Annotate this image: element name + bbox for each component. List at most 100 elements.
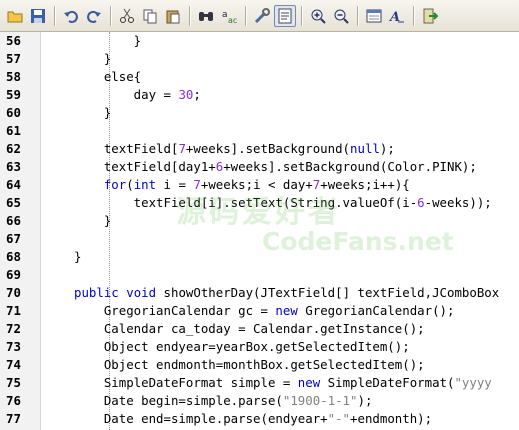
code-line[interactable]: 77 Date end=simple.parse(endyear+"-"+end… [0, 410, 519, 428]
zoom-in-icon[interactable] [307, 5, 329, 27]
code-token: Object endyear=yearBox.getSelectedItem()… [74, 339, 410, 354]
svg-text:a: a [222, 10, 228, 20]
code-token: } [74, 105, 112, 120]
code-line[interactable]: 56 } [0, 32, 519, 50]
replace-icon[interactable]: a ac [218, 5, 240, 27]
code-line[interactable]: 71 GregorianCalendar gc = new GregorianC… [0, 302, 519, 320]
line-number: 67 [6, 231, 21, 246]
code-text: SimpleDateFormat simple = new SimpleDate… [74, 374, 492, 392]
toolbar-separator [54, 5, 56, 26]
code-token: int [133, 177, 157, 192]
font-icon[interactable]: A [386, 5, 408, 27]
code-text: } [74, 32, 141, 50]
zoom-out-icon[interactable] [330, 5, 352, 27]
code-token: "1900-1-1" [282, 393, 358, 408]
paste-icon[interactable] [162, 5, 184, 27]
code-text: } [74, 50, 111, 68]
toolbar-separator [110, 5, 112, 26]
toolbar-separator [413, 5, 415, 26]
line-number: 76 [6, 393, 21, 408]
line-number: 65 [6, 195, 21, 210]
code-text: } [74, 212, 111, 230]
code-text: day = 30; [74, 86, 201, 104]
redo-icon[interactable] [83, 5, 105, 27]
code-line[interactable]: 59 day = 30; [0, 86, 519, 104]
toolbar-separator [245, 5, 247, 26]
code-line[interactable]: 76 Date begin=simple.parse("1900-1-1"); [0, 392, 519, 410]
cut-icon[interactable] [116, 5, 138, 27]
code-line[interactable]: 66 } [0, 212, 519, 230]
toolbar-separator [189, 5, 191, 26]
line-number: 73 [6, 339, 21, 354]
line-number: 66 [6, 213, 21, 228]
code-line[interactable]: 70 public void showOtherDay(JTextField[] … [0, 284, 519, 302]
code-token: GregorianCalendar gc = [74, 303, 276, 318]
open-folder-icon[interactable] [4, 5, 26, 27]
code-line[interactable]: 75 SimpleDateFormat simple = new SimpleD… [0, 374, 519, 392]
code-line[interactable]: 65 textField[i].setText(String.valueOf(i… [0, 194, 519, 212]
code-token: +weeks].setBackground(Color.PINK); [223, 159, 477, 174]
code-token: textField[ [74, 141, 179, 156]
code-token: SimpleDateFormat simple = [74, 375, 298, 390]
code-token: } [74, 249, 82, 264]
code-token: Date begin=simple.parse( [74, 393, 283, 408]
line-number: 77 [6, 411, 21, 426]
code-text: textField[day1+6+weeks].setBackground(Co… [74, 158, 477, 176]
code-text: } [74, 248, 81, 266]
code-token: 7 [178, 141, 186, 156]
code-text: public void showOtherDay(JTextField[] te… [74, 284, 499, 302]
code-line[interactable]: 68} [0, 248, 519, 266]
line-number: 69 [6, 267, 21, 282]
code-token: "yyyy [454, 375, 492, 390]
code-editor[interactable]: 56 } 57 } 58 else{59 day = 30; 60 } 61 62 tex… [0, 32, 519, 430]
code-line[interactable]: 73 Object endyear=yearBox.getSelectedIte… [0, 338, 519, 356]
code-line[interactable]: 69 [0, 266, 519, 284]
code-text: Date begin=simple.parse("1900-1-1"); [74, 392, 373, 410]
code-line[interactable]: 63 textField[day1+6+weeks].setBackground… [0, 158, 519, 176]
code-token: 30 [178, 87, 194, 102]
code-line[interactable]: 72 Calendar ca_today = Calendar.getInsta… [0, 320, 519, 338]
code-token: for [103, 177, 127, 192]
code-token: null [350, 141, 380, 156]
code-text: } [74, 104, 111, 122]
page-icon[interactable] [363, 5, 385, 27]
code-line[interactable]: 64 for(int i = 7+weeks;i < day+7+weeks;i… [0, 176, 519, 194]
code-line[interactable]: 57 } [0, 50, 519, 68]
document-icon[interactable] [274, 4, 296, 27]
line-number: 75 [6, 375, 21, 390]
find-icon[interactable] [195, 5, 217, 27]
code-token: else{ [74, 69, 142, 84]
code-token: } [74, 213, 112, 228]
code-text: textField[i].setText(String.valueOf(i-6-… [74, 194, 492, 212]
copy-icon[interactable] [139, 5, 161, 27]
code-line[interactable]: 67 [0, 230, 519, 248]
line-number: 74 [6, 357, 21, 372]
code-line[interactable]: 60 } [0, 104, 519, 122]
line-number: 63 [6, 159, 21, 174]
code-token: new [275, 303, 298, 318]
code-line[interactable]: 61 [0, 122, 519, 140]
save-icon[interactable] [27, 5, 49, 27]
code-token: day = [74, 87, 179, 102]
code-token: } [74, 51, 112, 66]
code-token: +weeks].setBackground( [185, 141, 351, 156]
line-number: 64 [6, 177, 21, 192]
code-token: Calendar ca_today = Calendar.getInstance… [74, 321, 425, 336]
tools-icon[interactable] [251, 5, 273, 27]
code-line[interactable]: 62 textField[7+weeks].setBackground(null… [0, 140, 519, 158]
code-token: ); [379, 141, 395, 156]
code-line[interactable]: 58 else{ [0, 68, 519, 86]
line-number: 71 [6, 303, 21, 318]
line-number: 57 [6, 51, 21, 66]
code-line[interactable]: 74 Object endmonth=monthBox.getSelectedI… [0, 356, 519, 374]
undo-icon[interactable] [60, 5, 82, 27]
line-number: 72 [6, 321, 21, 336]
code-token: Date end=simple.parse(endyear+ [74, 411, 328, 426]
toolbar-separator [301, 5, 303, 26]
code-text: Calendar ca_today = Calendar.getInstance… [74, 320, 425, 338]
exit-icon[interactable] [419, 5, 441, 27]
code-text: Object endmonth=monthBox.getSelectedItem… [74, 356, 425, 374]
toolbar-separator [357, 5, 359, 26]
code-token: 6 [417, 195, 425, 210]
